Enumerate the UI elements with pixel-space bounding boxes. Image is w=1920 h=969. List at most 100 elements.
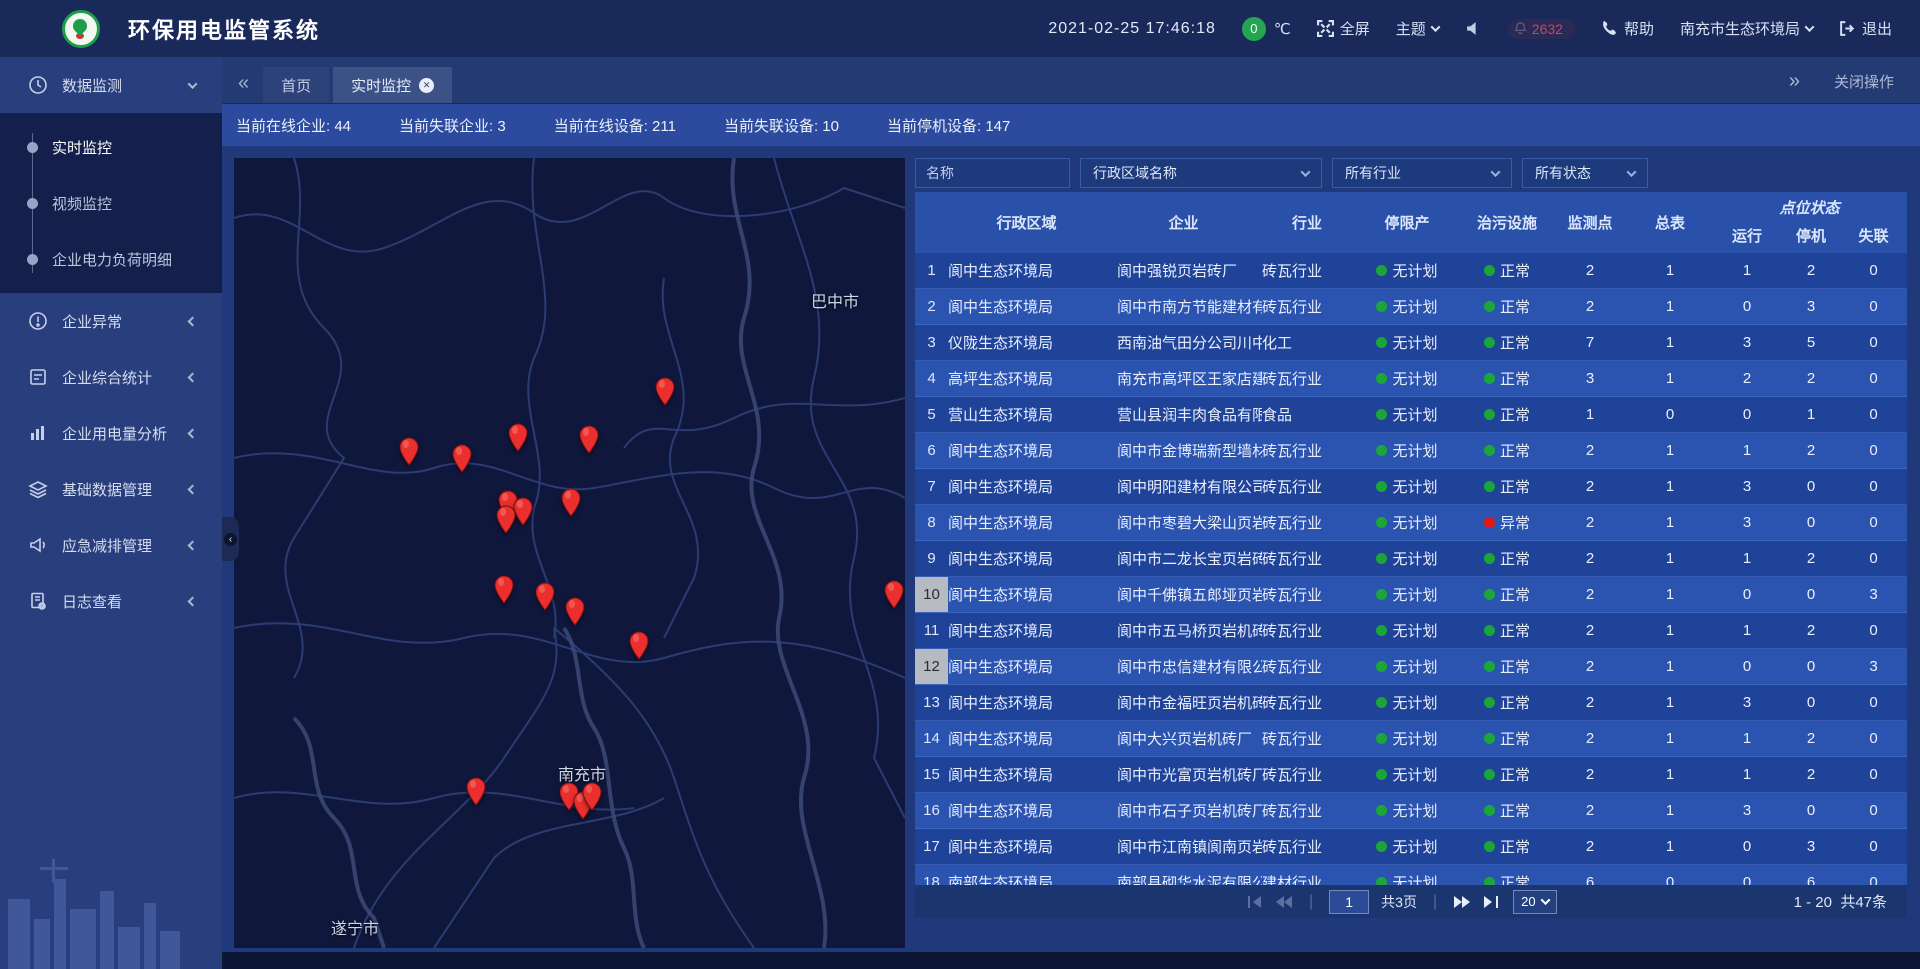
sidebar-item-6[interactable]: 日志查看 — [0, 573, 222, 629]
map-pin-icon[interactable] — [533, 581, 557, 611]
sidebar-item-0[interactable]: 数据监测 — [0, 57, 222, 113]
city-label-遂宁市: 遂宁市 — [331, 915, 379, 939]
table-row[interactable]: 17阆中生态环境局阆中市江南镇阆南页岩砖瓦行业无计划正常21030 — [915, 829, 1907, 865]
cell-lost: 3 — [1840, 577, 1907, 612]
table-row[interactable]: 13阆中生态环境局阆中市金福旺页岩机砖砖瓦行业无计划正常21300 — [915, 685, 1907, 721]
sidebar-collapse-handle[interactable]: ‹ — [222, 517, 239, 561]
cell-monitor: 2 — [1552, 433, 1628, 468]
prev-page-icon[interactable] — [1275, 894, 1293, 910]
cell-region: 阆中生态环境局 — [948, 613, 1105, 648]
tab-bar: « 首页实时监控✕ » 关闭操作 — [222, 57, 1920, 104]
cell-monitor: 2 — [1552, 829, 1628, 864]
map-pin-icon[interactable] — [559, 487, 583, 517]
industry-select[interactable]: 所有行业 — [1332, 158, 1512, 188]
table-row[interactable]: 5营山生态环境局营山县润丰肉食品有限食品无计划正常10010 — [915, 397, 1907, 433]
footer-strip — [222, 952, 1920, 969]
cell-lost: 0 — [1840, 757, 1907, 792]
cell-stop: 0 — [1782, 505, 1840, 540]
table-row[interactable]: 14阆中生态环境局阆中大兴页岩机砖厂砖瓦行业无计划正常21120 — [915, 721, 1907, 757]
sidebar-item-label: 企业综合统计 — [62, 367, 152, 388]
cell-industry: 化工 — [1262, 325, 1352, 360]
tabs-scroll-right-icon[interactable]: » — [1789, 70, 1800, 93]
map-pin-icon[interactable] — [882, 579, 905, 609]
map-pin-icon[interactable] — [494, 504, 518, 534]
tab-实时监控[interactable]: 实时监控✕ — [333, 67, 452, 103]
status-dot-icon — [1376, 337, 1387, 348]
name-search-input[interactable] — [915, 158, 1070, 188]
cell-run: 0 — [1712, 577, 1782, 612]
table-row[interactable]: 6阆中生态环境局阆中市金博瑞新型墙材砖瓦行业无计划正常21120 — [915, 433, 1907, 469]
table-row[interactable]: 8阆中生态环境局阆中市枣碧大梁山页岩砖瓦行业无计划异常21300 — [915, 505, 1907, 541]
table-row[interactable]: 9阆中生态环境局阆中市二龙长宝页岩砖砖瓦行业无计划正常21120 — [915, 541, 1907, 577]
tab-close-icon[interactable]: ✕ — [419, 78, 434, 93]
map-panel: 巴中市南充市遂宁市 — [234, 158, 905, 948]
notification-badge[interactable]: 2632 — [1508, 19, 1575, 39]
cell-plan: 无计划 — [1352, 289, 1462, 324]
status-dot-icon — [1376, 481, 1387, 492]
map-pin-icon[interactable] — [450, 443, 474, 473]
sidebar-item-label: 应急减排管理 — [62, 535, 152, 556]
tabs-scroll-left-icon[interactable]: « — [238, 72, 249, 95]
table-row[interactable]: 7阆中生态环境局阆中明阳建材有限公司砖瓦行业无计划正常21300 — [915, 469, 1907, 505]
cell-facility-status: 正常 — [1462, 325, 1552, 360]
cell-facility-status: 正常 — [1462, 793, 1552, 828]
mute-button[interactable] — [1465, 20, 1482, 37]
status-text: 正常 — [1500, 728, 1530, 749]
cell-company: 阆中市忠信建材有限公 — [1105, 649, 1262, 684]
first-page-icon[interactable] — [1245, 894, 1263, 910]
table-row[interactable]: 15阆中生态环境局阆中市光富页岩机砖厂砖瓦行业无计划正常21120 — [915, 757, 1907, 793]
sidebar-item-2[interactable]: 企业综合统计 — [0, 349, 222, 405]
cell-plan: 无计划 — [1352, 721, 1462, 756]
status-text: 正常 — [1500, 656, 1530, 677]
last-page-icon[interactable] — [1483, 894, 1501, 910]
cell-industry: 砖瓦行业 — [1262, 577, 1352, 612]
sidebar-item-5[interactable]: 应急减排管理 — [0, 517, 222, 573]
map-pin-icon[interactable] — [506, 422, 530, 452]
table-row[interactable]: 4高坪生态环境局南充市高坪区王家店建砖瓦行业无计划正常31220 — [915, 361, 1907, 397]
page-number-input[interactable] — [1329, 890, 1369, 914]
map-pin-icon[interactable] — [653, 376, 677, 406]
close-operations-button[interactable]: 关闭操作 — [1834, 71, 1894, 92]
fullscreen-button[interactable]: 全屏 — [1317, 18, 1370, 39]
cell-run: 1 — [1712, 541, 1782, 576]
row-index: 16 — [915, 793, 948, 828]
sidebar-item-4[interactable]: 基础数据管理 — [0, 461, 222, 517]
table-row[interactable]: 12阆中生态环境局阆中市忠信建材有限公砖瓦行业无计划正常21003 — [915, 649, 1907, 685]
chevron-left-icon — [188, 540, 198, 550]
map-pin-icon[interactable] — [627, 630, 651, 660]
map-pin-icon[interactable] — [397, 436, 421, 466]
map-pin-icon[interactable] — [577, 424, 601, 454]
logout-button[interactable]: 退出 — [1839, 18, 1892, 39]
theme-dropdown[interactable]: 主题 — [1396, 18, 1439, 39]
sidebar-subitem-1[interactable]: 视频监控 — [0, 175, 222, 231]
table-row[interactable]: 1阆中生态环境局阆中强锐页岩砖厂砖瓦行业无计划正常21120 — [915, 253, 1907, 289]
table-row[interactable]: 3仪陇生态环境局西南油气田分公司川中化工无计划正常71350 — [915, 325, 1907, 361]
help-button[interactable]: 帮助 — [1601, 18, 1654, 39]
map-pin-icon[interactable] — [563, 596, 587, 626]
sidebar-item-3[interactable]: 企业用电量分析 — [0, 405, 222, 461]
page-size-select[interactable]: 20 — [1513, 890, 1556, 914]
org-dropdown[interactable]: 南充市生态环境局 — [1680, 18, 1813, 39]
map-pin-icon[interactable] — [580, 781, 604, 811]
region-select[interactable]: 行政区域名称 — [1080, 158, 1322, 188]
sidebar-subitem-2[interactable]: 企业电力负荷明细 — [0, 231, 222, 287]
table-row[interactable]: 11阆中生态环境局阆中市五马桥页岩机砖砖瓦行业无计划正常21120 — [915, 613, 1907, 649]
next-page-icon[interactable] — [1453, 894, 1471, 910]
sidebar-subitem-0[interactable]: 实时监控 — [0, 119, 222, 175]
map-pin-icon[interactable] — [492, 574, 516, 604]
status-dot-icon — [1376, 265, 1387, 276]
table-row[interactable]: 10阆中生态环境局阆中千佛镇五郎垭页岩砖瓦行业无计划正常21003 — [915, 577, 1907, 613]
map-pin-icon[interactable] — [464, 776, 488, 806]
table-row[interactable]: 16阆中生态环境局阆中市石子页岩机砖厂砖瓦行业无计划正常21300 — [915, 793, 1907, 829]
cell-run: 0 — [1712, 649, 1782, 684]
sidebar-item-1[interactable]: 企业异常 — [0, 293, 222, 349]
row-index: 10 — [915, 577, 948, 612]
cell-facility-status: 正常 — [1462, 397, 1552, 432]
tab-首页[interactable]: 首页 — [263, 67, 329, 103]
pagination-range-label: 1 - 20 共47条 — [1794, 891, 1887, 912]
status-select[interactable]: 所有状态 — [1522, 158, 1648, 188]
status-text: 正常 — [1500, 800, 1530, 821]
table-row[interactable]: 2阆中生态环境局阆中市南方节能建材有砖瓦行业无计划正常21030 — [915, 289, 1907, 325]
cell-region: 仪陇生态环境局 — [948, 325, 1105, 360]
cell-company: 阆中大兴页岩机砖厂 — [1105, 721, 1262, 756]
